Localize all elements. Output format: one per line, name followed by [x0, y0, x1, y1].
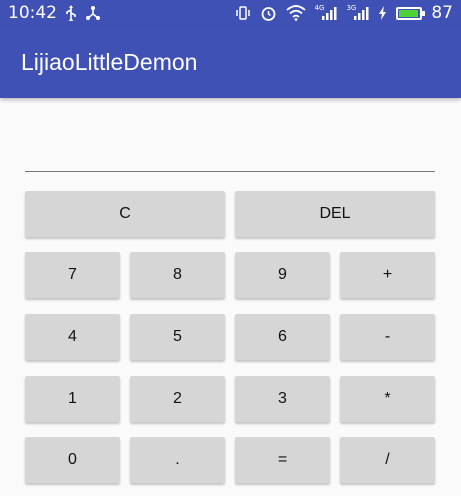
signal-icon-2: 3G — [346, 3, 369, 20]
app-bar: LijiaoLittleDemon — [0, 26, 461, 98]
multiply-button[interactable]: * — [340, 376, 435, 422]
digit-6-button[interactable]: 6 — [235, 314, 330, 360]
vibrate-icon — [235, 5, 251, 21]
wifi-icon — [285, 5, 306, 21]
charging-icon — [378, 6, 387, 20]
digit-5-button[interactable]: 5 — [130, 314, 225, 360]
digit-8-button[interactable]: 8 — [130, 252, 225, 298]
delete-button[interactable]: DEL — [235, 191, 435, 237]
share-icon — [85, 5, 101, 21]
digit-1-button[interactable]: 1 — [25, 376, 120, 422]
divide-button[interactable]: / — [340, 437, 435, 483]
equals-button[interactable]: = — [235, 437, 330, 483]
digit-9-button[interactable]: 9 — [235, 252, 330, 298]
plus-button[interactable]: + — [340, 252, 435, 298]
status-time: 10:42 — [8, 3, 57, 23]
app-title: LijiaoLittleDemon — [21, 49, 198, 75]
digit-4-button[interactable]: 4 — [25, 314, 120, 360]
minus-button[interactable]: - — [340, 314, 435, 360]
network-type-label: 4G — [314, 3, 325, 12]
alarm-icon — [260, 5, 277, 22]
digit-0-button[interactable]: 0 — [25, 437, 120, 483]
calculator-display[interactable] — [25, 132, 435, 172]
battery-icon — [396, 6, 426, 20]
signal-icon-1: 4G — [314, 3, 338, 20]
battery-level: 87 — [431, 3, 453, 23]
digit-2-button[interactable]: 2 — [130, 376, 225, 422]
decimal-point-button[interactable]: . — [130, 437, 225, 483]
digit-7-button[interactable]: 7 — [25, 252, 120, 298]
clear-button[interactable]: C — [25, 191, 225, 237]
network-type-label: 3G — [346, 3, 357, 12]
battery-fill — [399, 9, 419, 17]
usb-icon — [65, 5, 77, 21]
status-bar: 10:42 4G 3G 87 — [0, 0, 461, 26]
digit-3-button[interactable]: 3 — [235, 376, 330, 422]
